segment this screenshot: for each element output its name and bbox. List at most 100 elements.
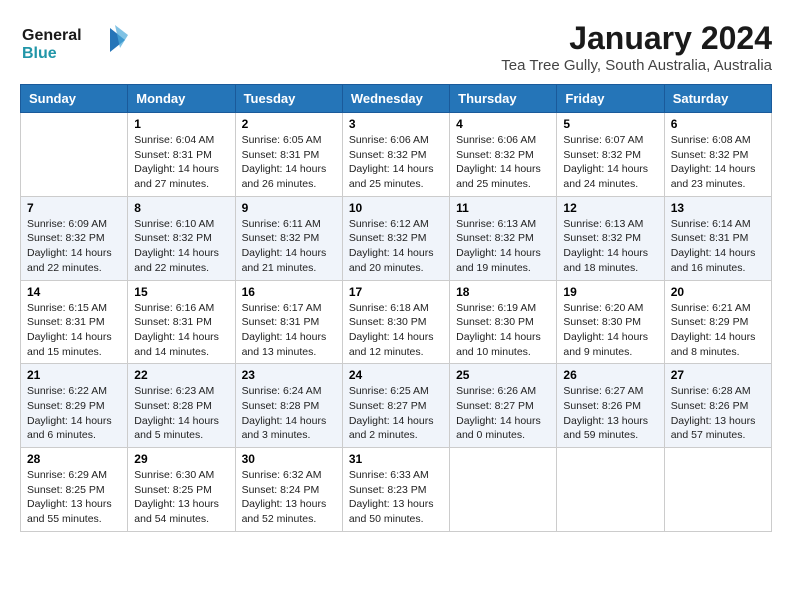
- day-number: 2: [242, 117, 336, 131]
- calendar-empty-cell: [664, 448, 771, 532]
- day-info: Sunrise: 6:32 AM Sunset: 8:24 PM Dayligh…: [242, 468, 336, 527]
- logo-icon: General Blue: [20, 20, 130, 65]
- day-info: Sunrise: 6:07 AM Sunset: 8:32 PM Dayligh…: [563, 133, 657, 192]
- calendar-day-cell: 6 Sunrise: 6:08 AM Sunset: 8:32 PM Daylig…: [664, 113, 771, 197]
- day-info: Sunrise: 6:11 AM Sunset: 8:32 PM Dayligh…: [242, 217, 336, 276]
- day-of-week-header: Friday: [557, 85, 664, 113]
- day-number: 8: [134, 201, 228, 215]
- calendar-day-cell: 15 Sunrise: 6:16 AM Sunset: 8:31 PM Dayli…: [128, 280, 235, 364]
- day-number: 28: [27, 452, 121, 466]
- day-of-week-header: Thursday: [450, 85, 557, 113]
- calendar-day-cell: 8 Sunrise: 6:10 AM Sunset: 8:32 PM Daylig…: [128, 196, 235, 280]
- calendar-day-cell: 12Sunrise: 6:13 AM Sunset: 8:32 PM Dayli…: [557, 196, 664, 280]
- calendar-day-cell: 2Sunrise: 6:05 AM Sunset: 8:31 PM Daylig…: [235, 113, 342, 197]
- day-info: Sunrise: 6:09 AM Sunset: 8:32 PM Dayligh…: [27, 217, 121, 276]
- day-number: 26: [563, 368, 657, 382]
- day-info: Sunrise: 6:17 AM Sunset: 8:31 PM Dayligh…: [242, 301, 336, 360]
- day-of-week-header: Sunday: [21, 85, 128, 113]
- calendar-day-cell: 4Sunrise: 6:06 AM Sunset: 8:32 PM Daylig…: [450, 113, 557, 197]
- day-number: 17: [349, 285, 443, 299]
- location-subtitle: Tea Tree Gully, South Australia, Austral…: [501, 57, 772, 74]
- calendar-empty-cell: [557, 448, 664, 532]
- day-number: 7: [27, 201, 121, 215]
- day-info: Sunrise: 6:06 AM Sunset: 8:32 PM Dayligh…: [349, 133, 443, 192]
- day-number: 21: [27, 368, 121, 382]
- calendar-empty-cell: [450, 448, 557, 532]
- day-info: Sunrise: 6:18 AM Sunset: 8:30 PM Dayligh…: [349, 301, 443, 360]
- logo: General Blue: [20, 20, 130, 70]
- day-number: 25: [456, 368, 550, 382]
- day-of-week-header: Saturday: [664, 85, 771, 113]
- day-info: Sunrise: 6:16 AM Sunset: 8:31 PM Dayligh…: [134, 301, 228, 360]
- day-number: 14: [27, 285, 121, 299]
- calendar-day-cell: 29 Sunrise: 6:30 AM Sunset: 8:25 PM Dayli…: [128, 448, 235, 532]
- day-info: Sunrise: 6:27 AM Sunset: 8:26 PM Dayligh…: [563, 384, 657, 443]
- day-info: Sunrise: 6:22 AM Sunset: 8:29 PM Dayligh…: [27, 384, 121, 443]
- day-of-week-header: Monday: [128, 85, 235, 113]
- calendar-week-row: 28 Sunrise: 6:29 AM Sunset: 8:25 PM Dayli…: [21, 448, 772, 532]
- day-number: 29: [134, 452, 228, 466]
- day-info: Sunrise: 6:10 AM Sunset: 8:32 PM Dayligh…: [134, 217, 228, 276]
- calendar-day-cell: 16Sunrise: 6:17 AM Sunset: 8:31 PM Dayli…: [235, 280, 342, 364]
- svg-text:Blue: Blue: [22, 45, 57, 62]
- calendar-week-row: 7 Sunrise: 6:09 AM Sunset: 8:32 PM Daylig…: [21, 196, 772, 280]
- calendar-day-cell: 31 Sunrise: 6:33 AM Sunset: 8:23 PM Dayli…: [342, 448, 449, 532]
- calendar-table: SundayMondayTuesdayWednesdayThursdayFrid…: [20, 84, 772, 532]
- svg-text:General: General: [22, 27, 82, 44]
- day-info: Sunrise: 6:33 AM Sunset: 8:23 PM Dayligh…: [349, 468, 443, 527]
- day-info: Sunrise: 6:21 AM Sunset: 8:29 PM Dayligh…: [671, 301, 765, 360]
- day-number: 20: [671, 285, 765, 299]
- day-number: 15: [134, 285, 228, 299]
- page-header: General Blue January 2024 Tea Tree Gully…: [20, 20, 772, 74]
- calendar-day-cell: 17 Sunrise: 6:18 AM Sunset: 8:30 PM Dayli…: [342, 280, 449, 364]
- day-of-week-header: Wednesday: [342, 85, 449, 113]
- calendar-day-cell: 22 Sunrise: 6:23 AM Sunset: 8:28 PM Dayli…: [128, 364, 235, 448]
- calendar-day-cell: 1 Sunrise: 6:04 AM Sunset: 8:31 PM Daylig…: [128, 113, 235, 197]
- calendar-day-cell: 19Sunrise: 6:20 AM Sunset: 8:30 PM Dayli…: [557, 280, 664, 364]
- day-number: 30: [242, 452, 336, 466]
- calendar-day-cell: 24 Sunrise: 6:25 AM Sunset: 8:27 PM Dayli…: [342, 364, 449, 448]
- calendar-day-cell: 14 Sunrise: 6:15 AM Sunset: 8:31 PM Dayli…: [21, 280, 128, 364]
- calendar-week-row: 14 Sunrise: 6:15 AM Sunset: 8:31 PM Dayli…: [21, 280, 772, 364]
- calendar-week-row: 1 Sunrise: 6:04 AM Sunset: 8:31 PM Daylig…: [21, 113, 772, 197]
- calendar-day-cell: 10 Sunrise: 6:12 AM Sunset: 8:32 PM Dayli…: [342, 196, 449, 280]
- day-number: 27: [671, 368, 765, 382]
- day-info: Sunrise: 6:13 AM Sunset: 8:32 PM Dayligh…: [563, 217, 657, 276]
- day-info: Sunrise: 6:25 AM Sunset: 8:27 PM Dayligh…: [349, 384, 443, 443]
- day-info: Sunrise: 6:13 AM Sunset: 8:32 PM Dayligh…: [456, 217, 550, 276]
- day-number: 9: [242, 201, 336, 215]
- day-number: 6: [671, 117, 765, 131]
- day-number: 1: [134, 117, 228, 131]
- day-number: 5: [563, 117, 657, 131]
- calendar-day-cell: 9 Sunrise: 6:11 AM Sunset: 8:32 PM Daylig…: [235, 196, 342, 280]
- day-info: Sunrise: 6:30 AM Sunset: 8:25 PM Dayligh…: [134, 468, 228, 527]
- calendar-day-cell: 21 Sunrise: 6:22 AM Sunset: 8:29 PM Dayli…: [21, 364, 128, 448]
- day-info: Sunrise: 6:08 AM Sunset: 8:32 PM Dayligh…: [671, 133, 765, 192]
- day-number: 19: [563, 285, 657, 299]
- day-info: Sunrise: 6:14 AM Sunset: 8:31 PM Dayligh…: [671, 217, 765, 276]
- day-number: 31: [349, 452, 443, 466]
- day-info: Sunrise: 6:15 AM Sunset: 8:31 PM Dayligh…: [27, 301, 121, 360]
- day-info: Sunrise: 6:04 AM Sunset: 8:31 PM Dayligh…: [134, 133, 228, 192]
- day-info: Sunrise: 6:19 AM Sunset: 8:30 PM Dayligh…: [456, 301, 550, 360]
- day-number: 22: [134, 368, 228, 382]
- calendar-day-cell: 5 Sunrise: 6:07 AM Sunset: 8:32 PM Daylig…: [557, 113, 664, 197]
- day-number: 13: [671, 201, 765, 215]
- day-number: 23: [242, 368, 336, 382]
- calendar-day-cell: 13 Sunrise: 6:14 AM Sunset: 8:31 PM Dayli…: [664, 196, 771, 280]
- day-number: 24: [349, 368, 443, 382]
- day-of-week-header: Tuesday: [235, 85, 342, 113]
- calendar-day-cell: 26 Sunrise: 6:27 AM Sunset: 8:26 PM Dayli…: [557, 364, 664, 448]
- day-info: Sunrise: 6:26 AM Sunset: 8:27 PM Dayligh…: [456, 384, 550, 443]
- calendar-day-cell: 7 Sunrise: 6:09 AM Sunset: 8:32 PM Daylig…: [21, 196, 128, 280]
- day-number: 3: [349, 117, 443, 131]
- day-info: Sunrise: 6:23 AM Sunset: 8:28 PM Dayligh…: [134, 384, 228, 443]
- calendar-day-cell: 11Sunrise: 6:13 AM Sunset: 8:32 PM Dayli…: [450, 196, 557, 280]
- day-info: Sunrise: 6:12 AM Sunset: 8:32 PM Dayligh…: [349, 217, 443, 276]
- calendar-day-cell: 18Sunrise: 6:19 AM Sunset: 8:30 PM Dayli…: [450, 280, 557, 364]
- calendar-day-cell: 23Sunrise: 6:24 AM Sunset: 8:28 PM Dayli…: [235, 364, 342, 448]
- calendar-day-cell: 27Sunrise: 6:28 AM Sunset: 8:26 PM Dayli…: [664, 364, 771, 448]
- day-number: 10: [349, 201, 443, 215]
- calendar-day-cell: 3 Sunrise: 6:06 AM Sunset: 8:32 PM Daylig…: [342, 113, 449, 197]
- day-info: Sunrise: 6:29 AM Sunset: 8:25 PM Dayligh…: [27, 468, 121, 527]
